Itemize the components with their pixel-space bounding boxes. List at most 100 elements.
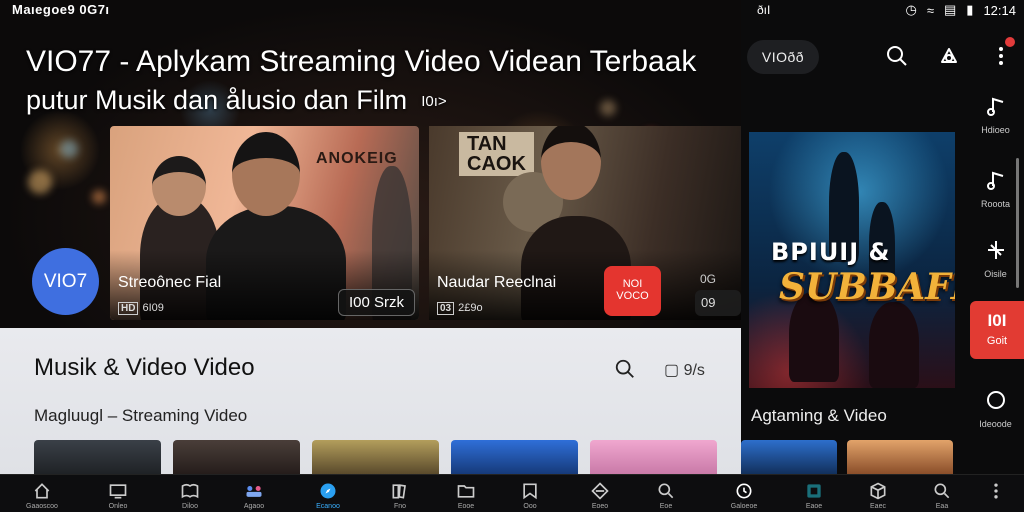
video-thumbnail[interactable] [847, 440, 953, 474]
nav-item-1[interactable]: Gaaoscoo [12, 481, 72, 510]
poster-title-line2: SUBBAFK [779, 266, 955, 308]
card-person-4-head [541, 126, 601, 200]
nav-item-8[interactable]: Ooo [500, 481, 560, 510]
library-icon [392, 484, 406, 499]
status-bar-left: ðıI [757, 3, 771, 17]
nav-label: Eaa [935, 503, 949, 510]
nav-label: Agaoo [243, 503, 265, 510]
thumbnail-row [34, 440, 717, 474]
nav-item-14[interactable]: Eaa [912, 481, 972, 510]
rail-scrollbar[interactable] [1016, 158, 1019, 288]
hero-subtitle: putur Musik dan ålusio dan Film I0ı> [26, 84, 447, 118]
video-thumbnail[interactable] [312, 440, 439, 474]
nav-item-15[interactable] [966, 481, 1024, 503]
edge-pill[interactable]: 09 [695, 290, 741, 316]
battery-icon: ▮ [966, 2, 974, 17]
nav-label: Ooo [523, 503, 537, 510]
bookmark-icon [523, 483, 537, 500]
search-icon[interactable] [885, 44, 909, 68]
card-meta-text: 6I09 [142, 302, 164, 314]
nav-label: Diloo [182, 503, 198, 510]
more-icon [994, 483, 998, 499]
nav-item-2[interactable]: Onleo [88, 481, 148, 510]
side-panel: ðıI ◷ ≈ ▤ ▮ 12:14 VIOðð BPIUIJ & SUBBAFK… [741, 0, 1024, 512]
quality-tag: HD [118, 302, 139, 315]
nav-item-11[interactable]: Galoeoe [714, 481, 774, 510]
card-title: Naudar Reeclnai [437, 274, 557, 291]
section-subtitle: Magluugl – Streaming Video [34, 406, 248, 425]
play-video-button[interactable]: NOI VOCO [604, 266, 661, 316]
rail-live-label: Goit [986, 335, 1008, 347]
more-icon[interactable] [989, 44, 1013, 68]
rail-item-4[interactable]: Ideoode [967, 388, 1024, 429]
nav-item-7[interactable]: Eooe [436, 481, 496, 510]
app-logo-pill[interactable]: VIOðð [747, 40, 819, 74]
card-meta: 03 2£9o [437, 302, 483, 315]
hero-subtitle-badge: I0ı> [421, 92, 447, 110]
card-person-2-head [232, 132, 300, 216]
nav-label: Eooe [457, 503, 475, 510]
cast-icon[interactable] [937, 44, 961, 68]
nav-label: Onleo [108, 503, 128, 510]
compass-icon [320, 483, 336, 499]
card-poster-text: ANOKEIG [316, 150, 398, 167]
nav-label: Eoeo [591, 503, 609, 510]
nav-item-3[interactable]: Diloo [160, 481, 220, 510]
app-logo-circle[interactable]: VIO7 [32, 248, 99, 315]
card-title: Streoônec Fial [118, 274, 222, 291]
nav-item-13[interactable]: Eaec [848, 481, 908, 510]
nav-label: Fno [393, 503, 407, 510]
card-action-pill[interactable]: I00 Srzk [337, 289, 415, 316]
nav-item-10[interactable]: Eoe [636, 481, 696, 510]
nav-label: Galoeoe [730, 503, 758, 510]
quality-tag: 03 [437, 302, 455, 315]
nav-item-5[interactable]: Ecanoo [298, 481, 358, 510]
section-title: Musik & Video Video [34, 354, 255, 381]
rail-live-button[interactable]: I0I Goit [970, 301, 1024, 359]
card-person-1-head [152, 156, 206, 216]
section-copy-label: 9/s [683, 362, 705, 379]
video-thumbnail[interactable] [173, 440, 300, 474]
library-section: Musik & Video Video ▢ 9/s Magluugl – Str… [0, 328, 741, 474]
tv-icon [109, 484, 127, 499]
card-meta: HD 6I09 [118, 302, 164, 315]
folder-icon [457, 485, 475, 498]
nav-item-6[interactable]: Fno [370, 481, 430, 510]
clock-time: 12:14 [983, 2, 1016, 18]
featured-card-2[interactable]: TAN CAOK Naudar Reeclnai 03 2£9o [429, 126, 741, 320]
nav-item-4[interactable]: Agaoo [224, 481, 284, 510]
main-panel: Maıegoe9 0G7ı VIO77 - Aplykam Streaming … [0, 0, 741, 512]
app-screen: Maıegoe9 0G7ı VIO77 - Aplykam Streaming … [0, 0, 1024, 512]
video-thumbnail[interactable] [34, 440, 161, 474]
video-thumbnail[interactable] [590, 440, 717, 474]
video-thumbnail[interactable] [451, 440, 578, 474]
people-icon [246, 486, 262, 497]
card-sign-text: TAN CAOK [459, 132, 534, 176]
nav-item-9[interactable]: Eoeo [570, 481, 630, 510]
screen-icon [807, 484, 821, 498]
diamond-icon [591, 482, 609, 500]
bottom-nav: Gaaoscoo Onleo Diloo Agaoo Ecanoo Fno Eooe Ooo E… [0, 474, 1024, 512]
card-meta-text: 2£9o [458, 302, 483, 314]
rail-item-1[interactable]: Hdioeo [967, 94, 1024, 135]
nav-label: Eaoe [805, 503, 823, 510]
status-bar-text: Maıegoe9 0G7ı [12, 2, 110, 17]
circle-icon [986, 391, 1005, 409]
search-icon [934, 483, 950, 499]
music-note-icon [986, 97, 1003, 116]
edge-label: 0G [700, 272, 717, 286]
video-thumbnail[interactable] [741, 440, 837, 474]
book-icon [181, 483, 199, 499]
section-copy-action[interactable]: ▢ 9/s [664, 360, 705, 380]
timer-icon [736, 483, 752, 499]
featured-card-1[interactable]: ANOKEIG Streoônec Fial HD 6I09 I00 Srzk [110, 126, 419, 320]
nav-item-12[interactable]: Eaoe [784, 481, 844, 510]
music-note-icon [986, 171, 1003, 190]
search-icon [658, 483, 674, 499]
copy-icon: ▢ [664, 362, 680, 379]
notification-dot [1005, 37, 1015, 47]
nav-label: Ecanoo [316, 503, 340, 510]
featured-poster[interactable]: BPIUIJ & SUBBAFK [749, 132, 955, 388]
search-icon[interactable] [614, 358, 636, 380]
side-thumbnail-row [741, 440, 953, 474]
